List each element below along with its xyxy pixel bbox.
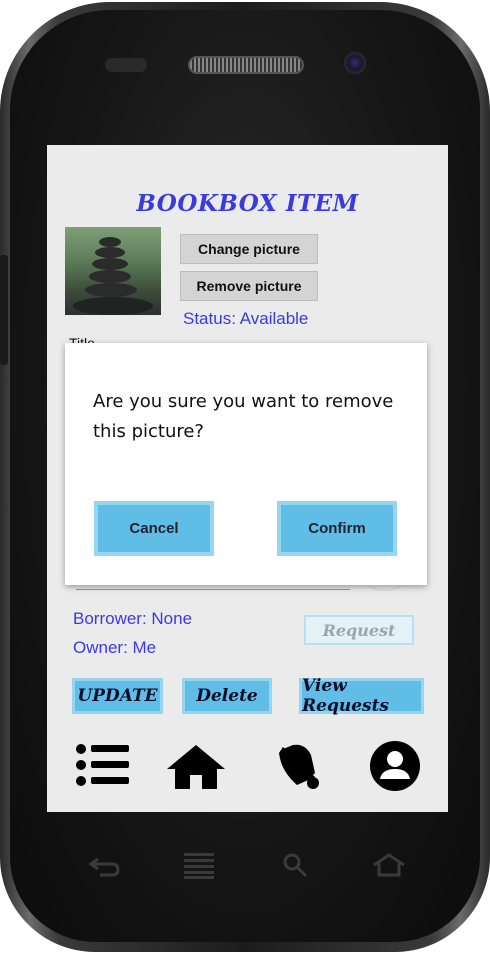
page-title: BOOKBOX ITEM [136, 190, 359, 217]
view-requests-button[interactable]: View Requests [299, 676, 424, 716]
delete-button[interactable]: Delete [182, 678, 272, 714]
home-icon[interactable] [165, 743, 227, 794]
search-key-icon[interactable] [282, 852, 308, 883]
item-picture [65, 227, 161, 315]
change-picture-button[interactable]: Change picture [180, 234, 318, 264]
cancel-button[interactable]: Cancel [94, 501, 214, 556]
remove-picture-button[interactable]: Remove picture [180, 271, 318, 301]
profile-icon[interactable] [368, 741, 422, 796]
front-camera [344, 52, 366, 74]
back-key-icon[interactable] [88, 855, 120, 882]
phone-sensor [105, 58, 147, 72]
status-text: Status: Available [183, 309, 309, 328]
borrower-text: Borrower: None [73, 609, 193, 628]
phone-side-button [0, 255, 8, 365]
owner-text: Owner: Me [73, 638, 157, 657]
bell-icon[interactable] [275, 741, 325, 794]
home-key-icon[interactable] [372, 853, 406, 882]
confirm-dialog: Are you sure you want to remove this pic… [65, 343, 427, 585]
request-button[interactable]: Request [304, 615, 414, 645]
confirm-button[interactable]: Confirm [277, 501, 397, 556]
list-icon[interactable] [75, 743, 131, 792]
app-screen: BOOKBOX ITEM Change picture Remove pictu… [47, 145, 448, 812]
update-button[interactable]: UPDATE [72, 678, 163, 714]
menu-key-icon[interactable] [184, 853, 214, 884]
dialog-message: Are you sure you want to remove this pic… [93, 391, 394, 442]
phone-speaker [188, 56, 304, 74]
